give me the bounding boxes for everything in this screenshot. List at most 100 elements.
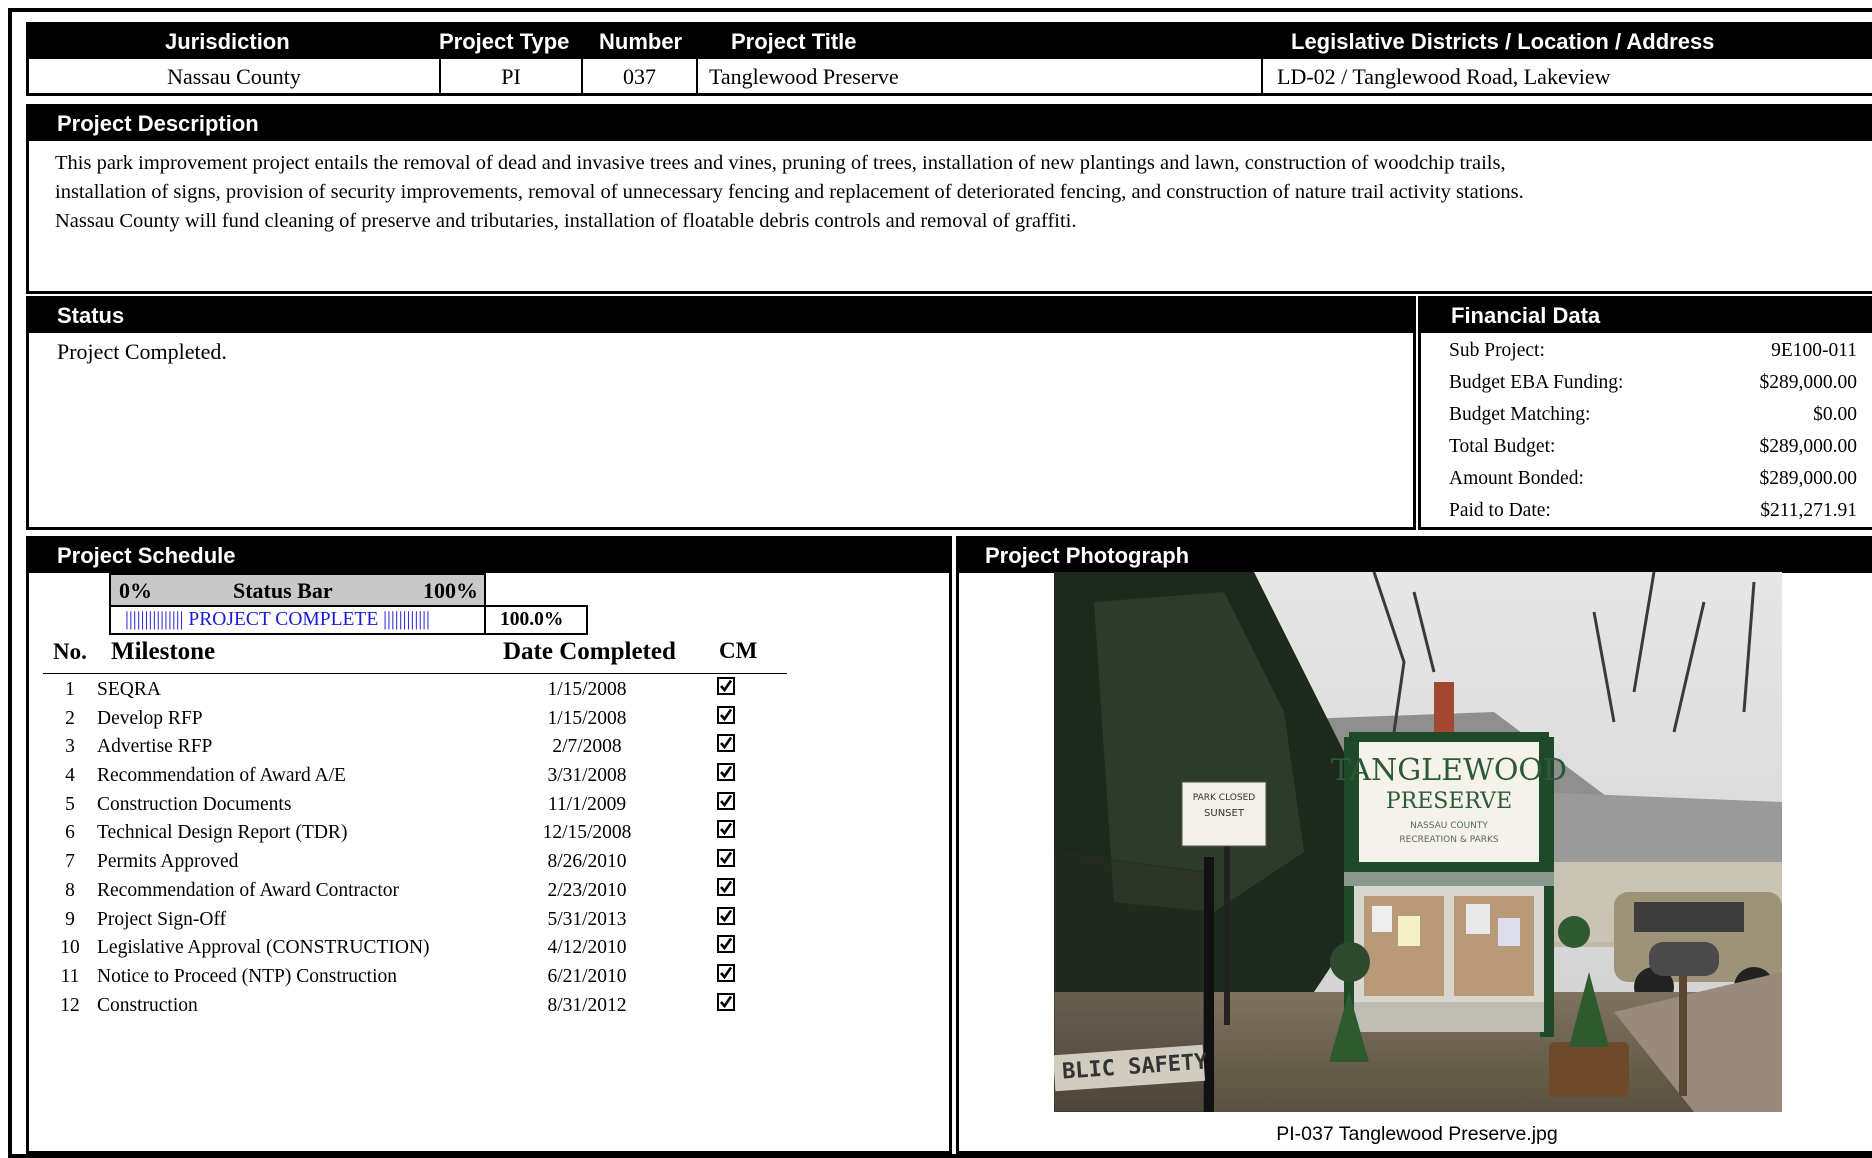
status-section: Status Project Completed. [26,296,1416,530]
photo-caption: PI-037 Tanglewood Preserve.jpg [1276,1123,1558,1145]
milestone-date: 1/15/2008 [547,707,627,729]
col-location: Legislative Districts / Location / Addre… [1291,29,1715,54]
small-sign-line1: PARK CLOSED [1193,793,1255,803]
status-bar-header: 0% Status Bar 100% [109,573,486,607]
milestone-date: 5/31/2013 [547,908,627,930]
col-date-completed: Date Completed [503,638,676,665]
milestone-number: 11 [60,965,80,987]
milestone-row: 8 Recommendation of Award Contractor 2/23/… [43,877,787,909]
financial-row: Paid to Date: $211,271.91 [1449,495,1857,527]
milestone-date: 8/31/2012 [547,994,627,1016]
milestone-number: 4 [65,765,75,787]
checkbox-checked-icon [717,791,735,810]
milestone-date: 2/7/2008 [552,736,622,758]
milestone-date: 11/1/2009 [547,793,627,815]
financial-value: $289,000.00 [1759,468,1858,489]
col-no: No. [53,639,87,664]
milestone-cm [677,820,787,851]
project-photo: BLIC SAFETY PARK CLOSED SUNSET TANGLEWOO… [1054,572,1782,1112]
milestone-cm [677,705,787,737]
header-rule [43,673,787,674]
checkbox-checked-icon [717,935,735,954]
financial-value: $289,000.00 [1759,436,1858,457]
financial-row: Amount Bonded: $289,000.00 [1449,463,1857,495]
milestone-cm [677,734,787,765]
description-line: This park improvement project entails th… [55,152,1506,174]
milestone-row: 2 Develop RFP 1/15/2008 [43,705,787,737]
milestone-number: 7 [65,851,75,873]
financial-row: Sub Project: 9E100-011 [1449,335,1857,367]
milestone-date: 3/31/2008 [547,765,627,787]
photo-illustration: BLIC SAFETY PARK CLOSED SUNSET TANGLEWOO… [1054,572,1782,1112]
financial-table: Sub Project: 9E100-011 Budget EBA Funding:… [1449,335,1857,527]
description-line: Nassau County will fund cleaning of pres… [55,210,1077,232]
sign-line1: TANGLEWOOD [1331,753,1567,788]
milestone-row: 4 Recommendation of Award A/E 3/31/2008 [43,763,787,794]
milestone-row: 1 SEQRA 1/15/2008 [43,677,787,708]
col-project-type: Project Type [439,29,570,54]
milestone-name: Technical Design Report (TDR) [97,822,348,844]
status-bar-fill: ||||||||||||||| PROJECT COMPLETE |||||||… [125,609,430,630]
financial-value: 9E100-011 [1771,340,1857,361]
milestone-number: 2 [65,707,75,729]
milestone-date: 6/21/2010 [547,965,627,987]
status-bar-title: Status Bar [233,578,333,603]
checkbox-checked-icon [717,906,735,925]
divider [696,59,698,93]
milestone-number: 12 [60,994,80,1016]
financial-label: Budget Matching: [1449,404,1591,425]
milestone-date: 4/12/2010 [547,937,627,959]
milestone-row: 3 Advertise RFP 2/7/2008 [43,734,787,765]
milestone-row: 9 Project Sign-Off 5/31/2013 [43,906,787,938]
col-project-title: Project Title [731,29,857,54]
milestone-number: 1 [65,679,75,700]
financial-section: Financial Data Sub Project: 9E100-011 Budg… [1418,296,1872,530]
divider [1261,59,1263,93]
milestone-date: 8/26/2010 [547,851,627,873]
financial-label: Paid to Date: [1449,500,1551,521]
milestone-number: 3 [65,736,75,758]
milestone-name: Notice to Proceed (NTP) Construction [97,965,398,987]
financial-row: Budget EBA Funding: $289,000.00 [1449,367,1857,399]
section-heading: Financial Data [1421,299,1872,333]
milestone-row: 12 Construction 8/31/2012 [43,992,787,1024]
milestone-row: 10 Legislative Approval (CONSTRUCTION) 4/1… [43,935,787,966]
checkbox-checked-icon [717,705,735,724]
col-jurisdiction: Jurisdiction [165,29,290,54]
sign-small2: RECREATION & PARKS [1399,835,1498,845]
col-number: Number [599,29,683,54]
milestone-name: Develop RFP [97,707,203,729]
milestone-cm [677,963,787,995]
milestone-table: 1 SEQRA 1/15/2008 2 Develop RFP 1/15/2008 3 Adv… [43,677,787,1024]
milestone-name: Recommendation of Award Contractor [97,879,400,901]
financial-value: $0.00 [1813,404,1857,425]
milestone-date: 2/23/2010 [547,879,627,901]
milestone-row: 7 Permits Approved 8/26/2010 [43,849,787,880]
checkbox-checked-icon [717,963,735,982]
milestone-cm [677,992,787,1024]
milestone-name: Legislative Approval (CONSTRUCTION) [97,937,430,959]
header-row: Jurisdiction Project Type Number Project… [29,25,1872,59]
milestone-number: 5 [65,793,75,815]
checkbox-checked-icon [717,820,735,839]
milestone-cm [677,906,787,938]
description-line: installation of signs, provision of secu… [55,181,1524,203]
project-type-value: PI [501,64,521,89]
milestone-cm [677,935,787,966]
description-section: Project Description This park improvemen… [26,104,1872,294]
status-bar-percent: 100.0% [486,605,588,635]
status-text: Project Completed. [57,339,227,364]
status-bar-max: 100% [423,578,478,603]
milestone-row: 6 Technical Design Report (TDR) 12/15/2008 [43,820,787,851]
financial-row: Total Budget: $289,000.00 [1449,431,1857,463]
milestone-date: 12/15/2008 [542,822,632,844]
section-heading: Project Photograph [959,539,1872,573]
status-bar-min: 0% [119,578,152,603]
col-cm: CM [719,638,758,663]
financial-row: Budget Matching: $0.00 [1449,399,1857,431]
milestone-date: 1/15/2008 [547,679,627,700]
status-bar: ||||||||||||||| PROJECT COMPLETE |||||||… [109,605,486,635]
description-text: This park improvement project entails th… [55,149,1855,236]
section-heading: Status [29,299,1413,333]
financial-label: Sub Project: [1449,340,1545,361]
